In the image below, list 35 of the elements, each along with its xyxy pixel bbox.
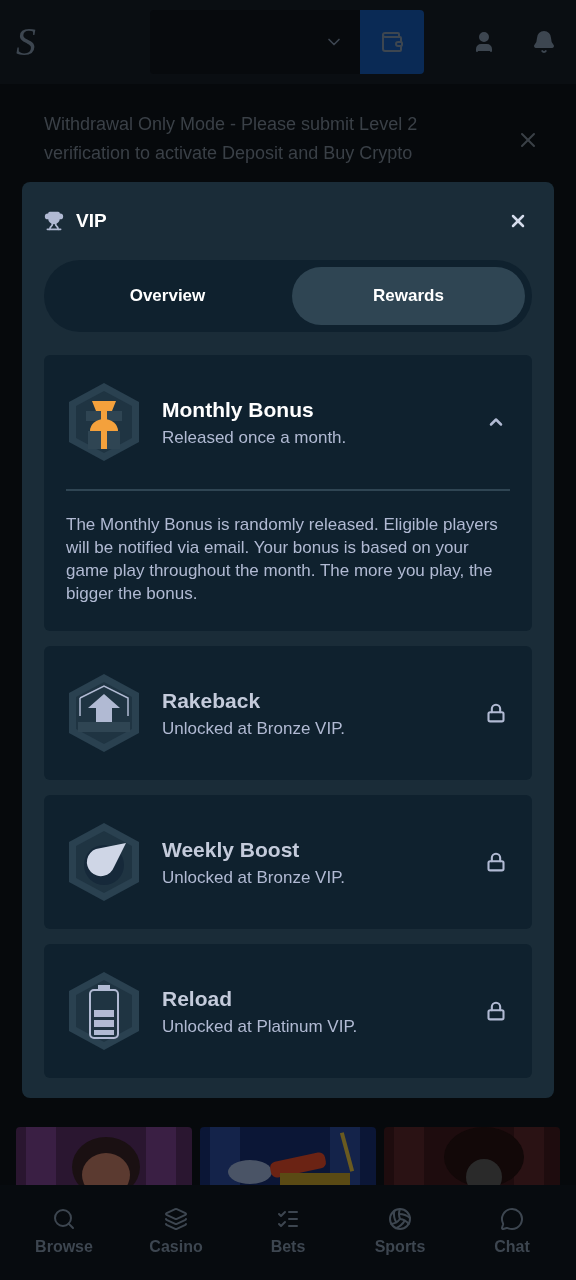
banner-text: Withdrawal Only Mode - Please submit Level 2 verification to activate Deposit and Buy Crypto (44, 113, 419, 165)
reward-subtitle: Released once a month. (162, 427, 347, 449)
reward-subtitle: Unlocked at Bronze VIP. (162, 867, 345, 889)
bell-icon[interactable] (532, 30, 556, 54)
comet-icon (66, 821, 142, 903)
cards-icon (164, 1206, 188, 1231)
reward-card[interactable]: Reload Unlocked at Platinum VIP. (44, 944, 532, 1078)
reward-title: Reload (162, 985, 233, 1012)
nav-item[interactable]: Browse (19, 1206, 109, 1259)
reward-card[interactable] (44, 355, 532, 631)
reward-description: The Monthly Bonus is randomly released. Eligible players will be notified via email. Your bonus is based on your game play throughout the month. The more you play, the bigger the bonus. (66, 514, 499, 605)
trophy-icon (44, 211, 64, 231)
gift-icon (66, 381, 142, 463)
reward-card[interactable]: Rakeback Unlocked at Bronze VIP. (44, 646, 532, 780)
reward-card[interactable]: Weekly Boost Unlocked at Bronze VIP. (44, 795, 532, 929)
nav-item[interactable]: Sports (355, 1206, 445, 1259)
modal-title: VIP (76, 208, 107, 233)
tab[interactable]: Rewards (292, 267, 525, 325)
reward-title: Monthly Bonus (162, 396, 315, 423)
logo[interactable]: S (16, 12, 136, 72)
reward-subtitle: Unlocked at Platinum VIP. (162, 1016, 358, 1038)
reward-subtitle: Unlocked at Bronze VIP. (162, 718, 345, 740)
ball-icon (388, 1206, 412, 1231)
nav-item[interactable]: Bets (243, 1206, 333, 1259)
reward-title: Rakeback (162, 687, 262, 714)
nav-item[interactable]: Chat (467, 1206, 557, 1259)
tab[interactable]: Overview (51, 267, 284, 325)
wallet-icon (380, 30, 404, 54)
chat-icon (500, 1206, 524, 1231)
nav-item[interactable]: Casino (131, 1206, 221, 1259)
reward-title: Weekly Boost (162, 836, 301, 863)
wallet-button[interactable] (360, 10, 424, 74)
arrow-up-icon (66, 672, 142, 754)
battery-icon (66, 970, 142, 1052)
search-icon (52, 1206, 76, 1231)
